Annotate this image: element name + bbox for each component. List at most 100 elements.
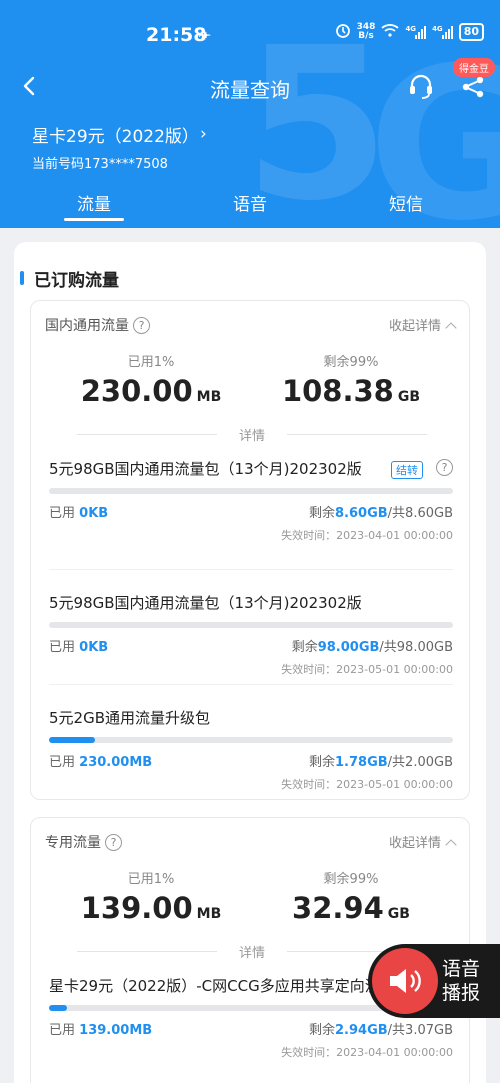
used-value: 230.00 MB: [51, 374, 251, 408]
speed-unit: B/s: [358, 31, 374, 41]
dedicated-box-header: 专用流量 ?: [45, 832, 122, 852]
tab-data[interactable]: 流量: [54, 190, 134, 215]
used-value: 139.00 MB: [51, 891, 251, 925]
remaining-summary: 剩余99% 108.38 GB: [251, 351, 451, 408]
tab-voice[interactable]: 语音: [210, 190, 290, 215]
collapse-details-button[interactable]: 收起详情: [388, 832, 457, 851]
used-prefix: 已用: [49, 755, 76, 770]
phone-number: 当前号码173****7508: [32, 157, 168, 172]
speaker-icon: [372, 948, 438, 1014]
used-number: 230.00: [80, 374, 193, 408]
remaining-summary: 剩余99% 32.94 GB: [251, 868, 451, 925]
carryover-tag: 结转: [391, 461, 423, 479]
remain-amount: 2.94GB: [335, 1023, 388, 1038]
package-usage-row: 已用 139.00MB 剩余2.94GB/共3.07GB: [49, 1019, 453, 1038]
package-remaining: 剩余8.60GB/共8.60GB: [309, 502, 453, 521]
domestic-data-box: 国内通用流量 ? 收起详情 已用1% 230.00 MB 剩余99% 108.38…: [30, 300, 470, 800]
help-icon[interactable]: ?: [133, 316, 150, 334]
plan-name[interactable]: 星卡29元（2022版）: [32, 122, 199, 147]
used-unit: MB: [196, 906, 222, 922]
package-progress-bar: [49, 737, 453, 743]
used-amount: 139.00MB: [79, 1023, 153, 1038]
remaining-label: 剩余99%: [323, 355, 379, 370]
remain-amount: 8.60GB: [335, 506, 388, 521]
signal-icon-2: 4G: [432, 25, 453, 39]
total-amount: /共2.00GB: [387, 755, 453, 770]
remain-amount: 98.00GB: [317, 640, 380, 655]
remain-prefix: 剩余: [291, 640, 318, 655]
help-icon[interactable]: ?: [105, 833, 122, 851]
status-bar: 21:58 ✈︎ 348 B/s 4G 4G 80: [0, 0, 500, 60]
chevron-right-icon[interactable]: ›: [200, 124, 207, 144]
battery-icon: 80: [458, 23, 484, 41]
total-amount: /共98.00GB: [379, 640, 453, 655]
package-usage-row: 已用 0KB 剩余98.00GB/共98.00GB: [49, 636, 453, 655]
wifi-icon: [381, 23, 400, 41]
package-remaining: 剩余1.78GB/共2.00GB: [309, 751, 453, 770]
collapse-label: 收起详情: [388, 836, 441, 851]
used-label: 已用1%: [127, 872, 175, 887]
package-name: 5元98GB国内通用流量包（13个月)202302版: [49, 460, 362, 478]
used-amount: 0KB: [79, 506, 109, 521]
package-remaining: 剩余98.00GB/共98.00GB: [292, 636, 453, 655]
remain-prefix: 剩余: [309, 1023, 336, 1038]
used-summary: 已用1% 230.00 MB: [51, 351, 251, 408]
arrow-icon: ✈︎: [198, 26, 212, 45]
domestic-box-title: 国内通用流量: [45, 318, 129, 334]
used-label: 已用1%: [127, 355, 175, 370]
signal-label-2: 4G: [432, 25, 443, 33]
help-icon[interactable]: ?: [436, 459, 453, 476]
used-prefix: 已用: [49, 506, 76, 521]
remain-prefix: 剩余: [309, 755, 336, 770]
chevron-up-icon: [445, 322, 457, 334]
package-used: 已用 0KB: [49, 636, 108, 655]
total-amount: /共3.07GB: [387, 1023, 453, 1038]
remaining-unit: GB: [397, 389, 421, 405]
signal-label: 4G: [405, 25, 417, 33]
package-item: 5元2GB通用流量升级包 已用 230.00MB 剩余1.78GB/共2.00G…: [49, 708, 453, 792]
used-amount: 0KB: [79, 640, 109, 655]
package-expiry: 失效时间：2023-04-01 00:00:00: [281, 1046, 453, 1059]
customer-service-icon[interactable]: [407, 72, 435, 100]
package-remaining: 剩余2.94GB/共3.07GB: [309, 1019, 453, 1038]
package-progress-bar: [49, 488, 453, 494]
package-item: 5元98GB国内通用流量包（13个月)202302版 已用 0KB 剩余98.0…: [49, 593, 453, 677]
share-icon[interactable]: [460, 74, 486, 100]
voice-broadcast-button[interactable]: 语音播报: [368, 944, 500, 1018]
package-usage-row: 已用 0KB 剩余8.60GB/共8.60GB: [49, 502, 453, 521]
collapse-details-button[interactable]: 收起详情: [389, 315, 457, 334]
remaining-unit: GB: [387, 906, 410, 922]
header: 5 G 21:58 ✈︎ 348 B/s 4G 4G 80 流量查询 得金豆 星…: [0, 0, 500, 228]
chevron-up-icon: [445, 839, 457, 851]
package-item: 5元98GB国内通用流量包（13个月)202302版 结转 ? 已用 0KB 剩…: [49, 459, 453, 543]
package-progress-bar: [49, 622, 453, 628]
section-title: 已订购流量: [20, 266, 119, 291]
alarm-icon: [335, 22, 351, 42]
tab-active-indicator: [64, 218, 124, 221]
progress-fill: [49, 737, 96, 743]
total-amount: /共8.60GB: [387, 506, 453, 521]
package-used: 已用 0KB: [49, 502, 108, 521]
remaining-label: 剩余99%: [323, 872, 379, 887]
used-number: 139.00: [80, 891, 193, 925]
domestic-box-header: 国内通用流量 ?: [45, 315, 150, 335]
used-amount: 230.00MB: [79, 755, 153, 770]
package-expiry: 失效时间：2023-05-01 00:00:00: [281, 663, 453, 676]
signal-icon: 4G: [405, 25, 427, 39]
tab-sms[interactable]: 短信: [366, 190, 446, 215]
details-divider: 详情: [77, 425, 427, 445]
used-summary: 已用1% 139.00 MB: [51, 868, 251, 925]
used-prefix: 已用: [49, 1023, 76, 1038]
package-used: 已用 139.00MB: [49, 1019, 152, 1038]
used-prefix: 已用: [49, 640, 76, 655]
package-name: 5元2GB通用流量升级包: [49, 709, 211, 727]
remaining-number: 32.94: [292, 891, 384, 925]
used-unit: MB: [196, 389, 222, 405]
dedicated-box-title: 专用流量: [45, 835, 101, 851]
package-expiry: 失效时间：2023-04-01 00:00:00: [281, 529, 453, 542]
gold-bean-badge[interactable]: 得金豆: [453, 58, 495, 77]
package-usage-row: 已用 230.00MB 剩余1.78GB/共2.00GB: [49, 751, 453, 770]
status-icons: 348 B/s 4G 4G 80: [335, 22, 484, 42]
voice-broadcast-label: 语音播报: [442, 958, 481, 1004]
package-name: 5元98GB国内通用流量包（13个月)202302版: [49, 594, 362, 612]
